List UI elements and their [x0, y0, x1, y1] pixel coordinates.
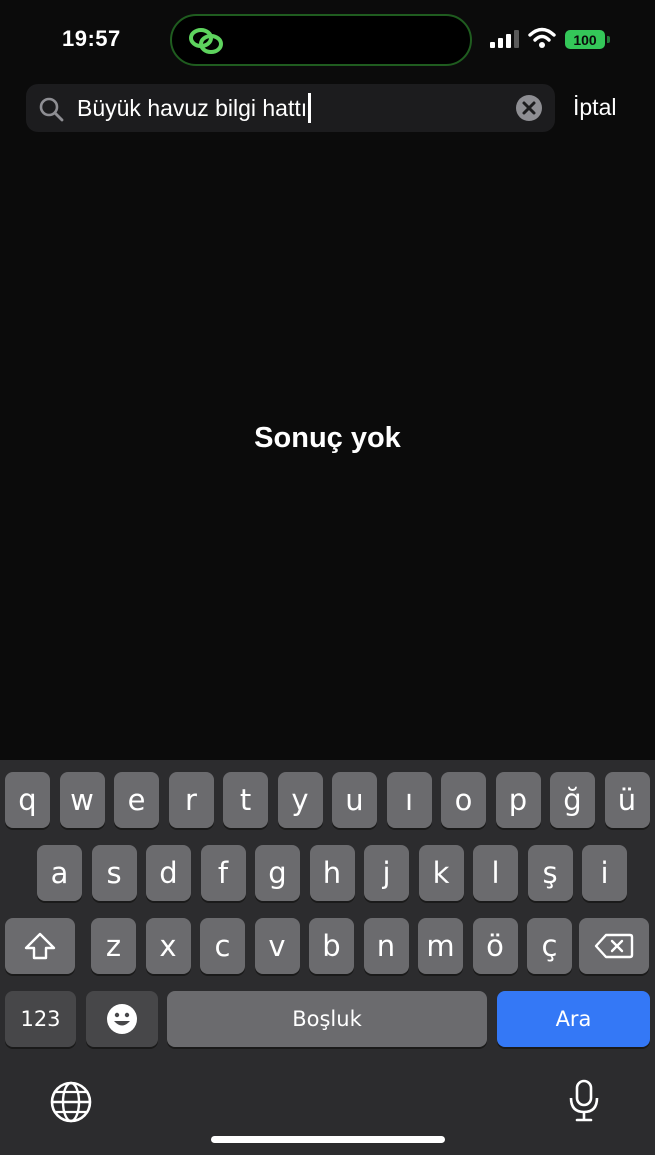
key-z[interactable]: z	[91, 918, 136, 974]
key-u[interactable]: u	[332, 772, 377, 828]
status-time: 19:57	[62, 26, 121, 51]
keyboard: qwertyuıopğü asdfghjklşi zxcvbnmöç 123 B…	[0, 760, 655, 1155]
key-ö[interactable]: ö	[472, 918, 518, 974]
shift-icon	[24, 932, 56, 960]
no-results-message: Sonuç yok	[254, 422, 401, 454]
key-w[interactable]: w	[59, 772, 105, 828]
key-g[interactable]: g	[255, 845, 300, 901]
key-k[interactable]: k	[418, 845, 464, 901]
key-r[interactable]: r	[168, 772, 214, 828]
key-y[interactable]: y	[277, 772, 323, 828]
search-icon	[39, 97, 64, 122]
shift-key[interactable]	[5, 918, 75, 974]
key-o[interactable]: o	[441, 772, 486, 828]
globe-icon[interactable]	[48, 1079, 94, 1125]
key-p[interactable]: p	[495, 772, 541, 828]
search-return-key[interactable]: Ara	[497, 991, 650, 1047]
space-key[interactable]: Boşluk	[167, 991, 487, 1047]
key-t[interactable]: t	[223, 772, 268, 828]
battery-indicator: 100	[565, 30, 610, 49]
key-m[interactable]: m	[418, 918, 463, 974]
key-i[interactable]: i	[582, 845, 627, 901]
emoji-icon	[107, 1004, 137, 1034]
key-ü[interactable]: ü	[604, 772, 650, 828]
link-icon	[189, 28, 223, 54]
key-v[interactable]: v	[254, 918, 300, 974]
search-query: Büyük havuz bilgi hattı	[77, 95, 308, 121]
key-c[interactable]: c	[200, 918, 245, 974]
key-a[interactable]: a	[37, 845, 82, 901]
backspace-icon	[594, 933, 634, 959]
key-ç[interactable]: ç	[527, 918, 572, 974]
cancel-button[interactable]: İptal	[573, 92, 616, 122]
key-x[interactable]: x	[145, 918, 191, 974]
key-d[interactable]: d	[146, 845, 191, 901]
clear-icon[interactable]	[515, 94, 543, 122]
cellular-signal-icon	[490, 30, 519, 48]
key-ğ[interactable]: ğ	[550, 772, 595, 828]
screen: 19:57 100 Büyük havuz bilgi hattı İptal …	[0, 0, 655, 1155]
key-s[interactable]: s	[91, 845, 137, 901]
key-n[interactable]: n	[363, 918, 409, 974]
key-f[interactable]: f	[200, 845, 246, 901]
text-caret	[308, 93, 312, 123]
key-ş[interactable]: ş	[527, 845, 573, 901]
key-l[interactable]: l	[473, 845, 518, 901]
key-j[interactable]: j	[364, 845, 409, 901]
key-h[interactable]: h	[309, 845, 355, 901]
key-e[interactable]: e	[114, 772, 159, 828]
key-ı[interactable]: ı	[386, 772, 432, 828]
backspace-key[interactable]	[579, 918, 649, 974]
home-indicator	[211, 1136, 445, 1143]
search-input[interactable]: Büyük havuz bilgi hattı	[77, 93, 312, 123]
numbers-key[interactable]: 123	[5, 991, 76, 1047]
key-b[interactable]: b	[309, 918, 354, 974]
wifi-icon	[528, 27, 556, 48]
key-q[interactable]: q	[5, 772, 50, 828]
search-field[interactable]: Büyük havuz bilgi hattı	[26, 84, 555, 132]
microphone-icon[interactable]	[566, 1078, 602, 1124]
dynamic-island[interactable]	[170, 14, 472, 66]
emoji-key[interactable]	[86, 991, 158, 1047]
